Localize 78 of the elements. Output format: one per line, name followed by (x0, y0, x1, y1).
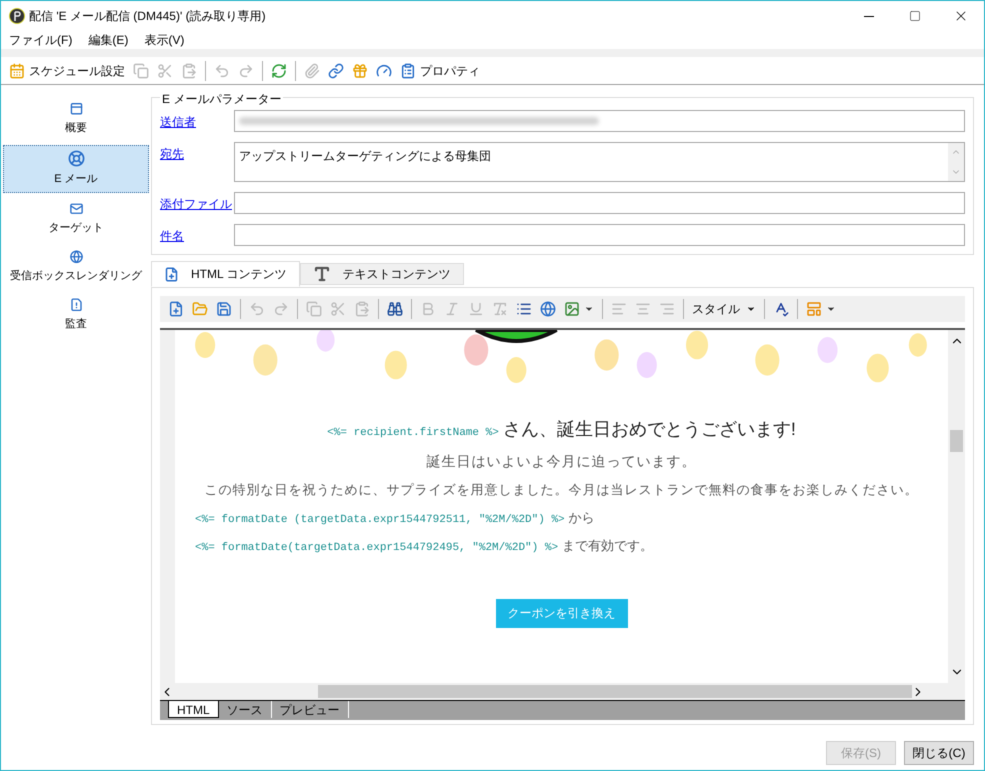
lifebuoy-icon (68, 150, 84, 168)
template-code: <%= formatDate (targetData.expr1544792511, "%2M/%2D") %> (195, 512, 565, 528)
content-tab[interactable]: テキストコンテンツ (300, 263, 464, 285)
email-paragraph: この特別な日を祝うために、サプライズを用意しました。今月は当レストランで無料の食事をお楽しみください。 (204, 481, 918, 499)
globe-icon (68, 250, 84, 264)
template-code: <%= recipient.firstName %> (327, 426, 499, 441)
image-icon (564, 301, 580, 317)
template-code: <%= formatDate(targetData.expr1544792495, "%2M/%2D") %> (195, 541, 558, 556)
align-right-icon (659, 301, 675, 317)
copy-icon (133, 62, 149, 78)
input-field[interactable] (234, 224, 965, 246)
align-left-icon (611, 301, 627, 317)
sidebar-item[interactable]: 監査 (3, 293, 149, 337)
window-title: 配信 'E メール配信 (DM445)' (読み取り専用) (29, 8, 266, 25)
undo-icon (214, 62, 230, 78)
maximize-icon (909, 10, 921, 22)
underline-icon (468, 301, 484, 317)
dialog-button[interactable]: 閉じる(C) (904, 741, 974, 765)
refresh-icon (271, 62, 287, 78)
paperclip-icon (304, 62, 320, 78)
field-link[interactable]: 宛先 (160, 142, 234, 163)
list-icon (516, 301, 532, 317)
cut-icon (330, 301, 346, 317)
search-icon (387, 301, 403, 317)
mail-icon (68, 202, 84, 216)
content-tab[interactable]: HTML コンテンツ (151, 261, 300, 287)
align-center-icon (635, 301, 651, 317)
field-link[interactable]: 添付ファイル (160, 192, 234, 213)
style-dropdown[interactable]: スタイル (688, 297, 760, 321)
vertical-scrollbar[interactable] (948, 330, 965, 683)
menu-item[interactable]: ファイル(F) (9, 31, 72, 49)
toolbar-button[interactable]: スケジュール設定 (5, 58, 129, 82)
input-field[interactable] (234, 192, 965, 214)
sidebar-item[interactable]: ターゲット (3, 197, 149, 241)
calendar-icon (9, 62, 25, 78)
email-text: まで有効です。 (562, 537, 654, 555)
link-icon (328, 62, 344, 78)
field-value: アップストリームターゲティングによる母集団 (238, 148, 492, 165)
clipboard-icon (400, 62, 416, 78)
undo-icon (249, 301, 265, 317)
email-subtitle: 誕生日はいよいよ今月に迫っています。 (426, 452, 696, 471)
copy-icon (306, 301, 322, 317)
view-tab[interactable]: HTML (168, 701, 219, 718)
view-tab[interactable]: プレビュー (272, 701, 349, 718)
globe-link-icon (540, 301, 556, 317)
gauge-icon (376, 62, 392, 78)
field-link[interactable]: 件名 (160, 224, 234, 245)
template-icon (806, 301, 822, 317)
scroll-thumb[interactable] (950, 430, 963, 452)
paste-icon (181, 62, 197, 78)
save-icon (216, 301, 232, 317)
new-file-icon (168, 301, 184, 317)
redo-icon (273, 301, 289, 317)
email-text: から (568, 508, 595, 526)
cut-icon (157, 62, 173, 78)
horizontal-scrollbar[interactable] (160, 683, 965, 700)
redo-icon (238, 62, 254, 78)
menu-item[interactable]: 表示(V) (144, 31, 184, 49)
email-heading: さん、誕生日おめでとうございます! (502, 418, 796, 441)
folder-icon (192, 301, 208, 317)
scrollbar[interactable] (948, 143, 964, 181)
clear-format-icon (492, 301, 508, 317)
html-file-icon (164, 266, 179, 282)
font-icon (312, 265, 331, 283)
sidebar-item[interactable]: 概要 (3, 97, 149, 141)
scroll-thumb[interactable] (318, 685, 912, 698)
sidebar-item[interactable]: 受信ボックスレンダリング (3, 245, 149, 289)
recipients-field[interactable]: アップストリームターゲティングによる母集団 (234, 142, 965, 182)
sidebar-item[interactable]: E メール (3, 145, 149, 193)
menu-item[interactable]: 編集(E) (88, 31, 128, 49)
toolbar-button[interactable]: プロパティ (396, 58, 484, 82)
paste-icon (354, 301, 370, 317)
italic-icon (444, 301, 460, 317)
view-tab[interactable]: ソース (218, 701, 272, 718)
gift-icon (352, 62, 368, 78)
sender-field[interactable] (234, 110, 965, 132)
field-link[interactable]: 送信者 (160, 110, 234, 131)
app-logo-icon (9, 8, 25, 24)
